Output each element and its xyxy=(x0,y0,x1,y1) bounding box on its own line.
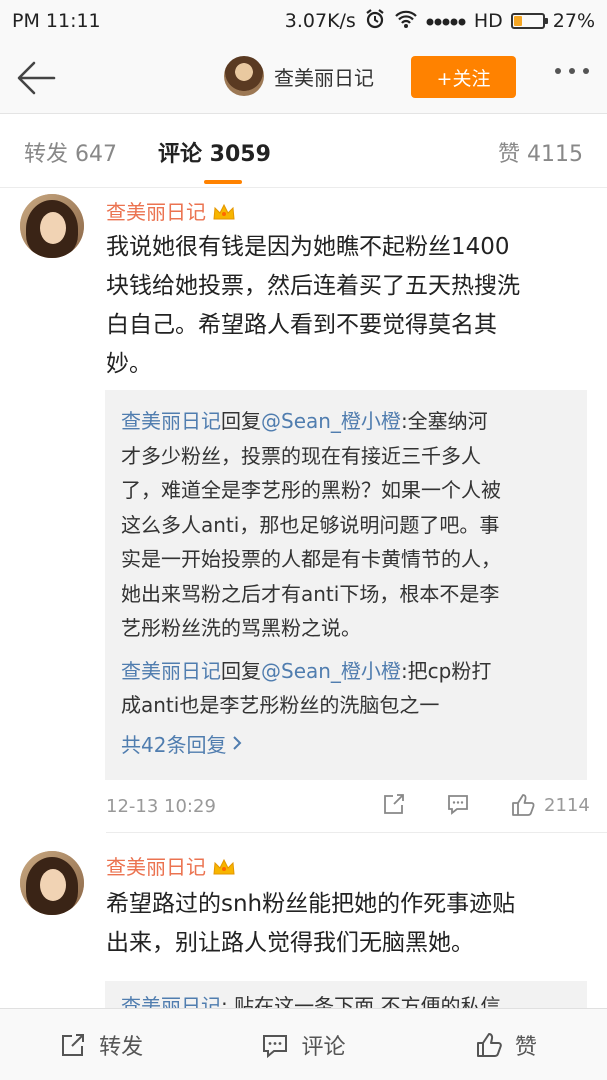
comment-text: 我说她很有钱是因为她瞧不起粉丝1400 块钱给她投票，然后连着买了五天热搜洗 白… xyxy=(106,234,520,377)
share-icon xyxy=(384,794,404,814)
thumbs-up-icon xyxy=(476,1032,502,1057)
comment-time: 12-13 10:29 xyxy=(106,796,216,817)
tab-likes[interactable]: 赞 4115 xyxy=(498,136,583,168)
crown-badge-icon xyxy=(212,857,236,875)
reply-item[interactable]: 查美丽日记: 贴在这一条下面 不方便的私信 xyxy=(121,989,571,1008)
back-arrow-icon xyxy=(17,61,56,95)
author-name: 查美丽日记 xyxy=(106,200,206,224)
comment-author[interactable]: 查美丽日记 xyxy=(106,196,236,225)
reply-box[interactable]: 查美丽日记: 贴在这一条下面 不方便的私信 xyxy=(105,981,587,1008)
comment-icon xyxy=(263,1034,288,1058)
comment-item: 查美丽日记 我说她很有钱是因为她瞧不起粉丝1400 块钱给她投票，然后连着买了五… xyxy=(0,188,607,838)
page-title: 查美丽日记 xyxy=(274,65,374,90)
avatar[interactable] xyxy=(20,194,84,258)
avatar[interactable] xyxy=(224,56,264,96)
wifi-icon xyxy=(394,9,418,34)
battery-percent: 27% xyxy=(552,10,595,32)
crown-badge-icon xyxy=(212,202,236,220)
nav-bar: 查美丽日记 +关注 xyxy=(0,42,607,114)
bottom-action-bar: 转发 评论 赞 xyxy=(0,1008,607,1080)
chevron-right-icon xyxy=(233,736,242,750)
active-tab-indicator xyxy=(204,180,242,184)
like-count: 2114 xyxy=(544,794,590,816)
network-type: HD xyxy=(473,10,503,32)
repost-button[interactable]: 转发 xyxy=(0,1009,202,1080)
back-button[interactable] xyxy=(14,58,58,98)
comment-item: 查美丽日记 希望路过的snh粉丝能把她的作死事迹贴 出来，别让路人觉得我们无脑黑… xyxy=(0,833,607,1008)
follow-button[interactable]: +关注 xyxy=(411,56,516,98)
battery-icon xyxy=(510,13,548,29)
thumbs-up-icon xyxy=(512,794,535,816)
comment-meta: 12-13 10:29 2114 xyxy=(106,792,592,822)
reply-item[interactable]: 查美丽日记回复@Sean_橙小橙:全塞纳河 才多少粉丝，投票的现在有接近三千多人… xyxy=(121,404,571,646)
repost-comment-button[interactable] xyxy=(382,792,406,816)
comment-text: 希望路过的snh粉丝能把她的作死事迹贴 出来，别让路人觉得我们无脑黑她。 xyxy=(106,891,516,956)
comment-button[interactable]: 评论 xyxy=(202,1009,404,1080)
status-bar: PM 11:11 3.07K/s HD 27% xyxy=(0,0,607,42)
comment-icon xyxy=(448,795,468,815)
more-icon[interactable] xyxy=(555,68,589,74)
tab-bar: 转发 647 评论 3059 赞 4115 xyxy=(0,114,607,188)
tab-reposts[interactable]: 转发 647 xyxy=(24,136,117,168)
reply-comment-button[interactable] xyxy=(446,792,470,816)
author-name: 查美丽日记 xyxy=(106,855,206,879)
avatar[interactable] xyxy=(20,851,84,915)
reply-box[interactable]: 查美丽日记回复@Sean_橙小橙:全塞纳河 才多少粉丝，投票的现在有接近三千多人… xyxy=(105,390,587,780)
alarm-icon xyxy=(364,8,386,35)
network-speed: 3.07K/s xyxy=(284,10,356,32)
signal-icon xyxy=(426,10,466,32)
share-icon xyxy=(62,1033,85,1056)
reply-item[interactable]: 查美丽日记回复@Sean_橙小橙:把cp粉打 成anti也是李艺彤粉丝的洗脑包之… xyxy=(121,654,571,723)
like-button[interactable]: 赞 xyxy=(405,1009,607,1080)
header-user[interactable]: 查美丽日记 xyxy=(224,56,374,96)
status-time: PM 11:11 xyxy=(12,10,101,32)
comment-author[interactable]: 查美丽日记 xyxy=(106,851,236,880)
more-replies-link[interactable]: 共42条回复 xyxy=(121,729,571,758)
tab-comments[interactable]: 评论 3059 xyxy=(158,136,271,168)
like-comment-button[interactable]: 2114 xyxy=(510,792,590,818)
